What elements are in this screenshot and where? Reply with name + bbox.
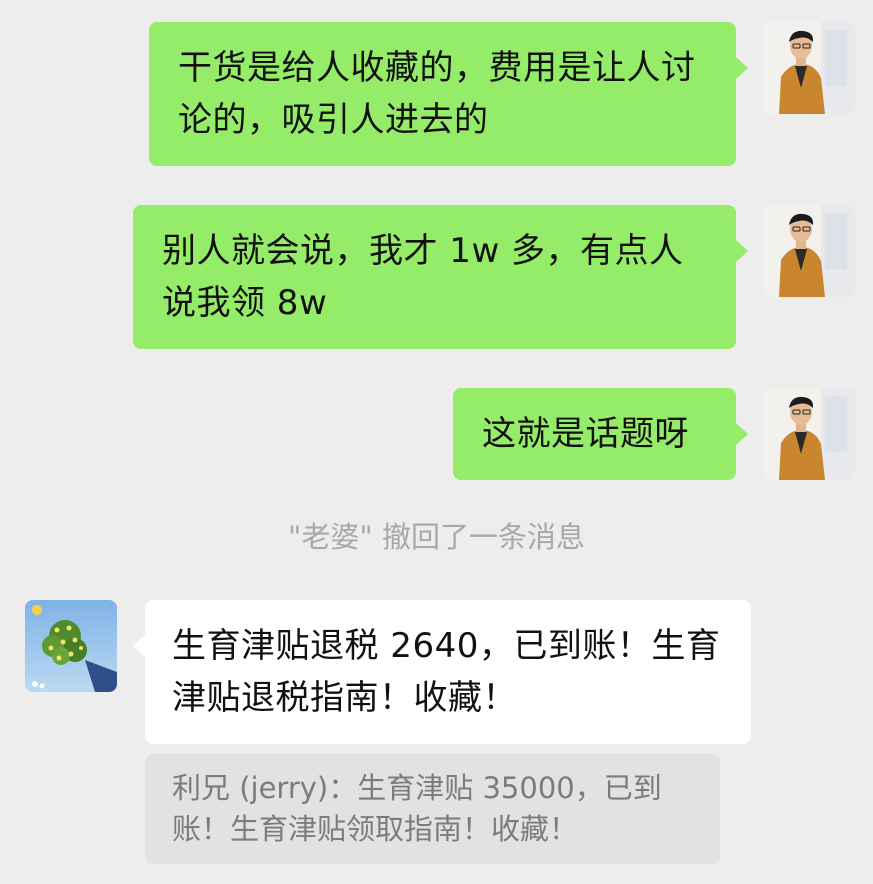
- message-text: 干货是给人收藏的，费用是让人讨论的，吸引人进去的: [178, 48, 696, 140]
- quoted-message[interactable]: 利兄 (jerry)：生育津贴 35000，已到账！生育津贴领取指南！收藏！: [145, 754, 720, 864]
- avatar-man-orange-coat-icon: [763, 22, 855, 114]
- message-text: 这就是话题呀: [482, 414, 689, 454]
- outgoing-message-bubble[interactable]: 干货是给人收藏的，费用是让人讨论的，吸引人进去的: [149, 22, 736, 166]
- self-avatar[interactable]: [763, 205, 855, 297]
- self-avatar[interactable]: [763, 388, 855, 480]
- self-avatar[interactable]: [763, 22, 855, 114]
- avatar-flower-bouquet-icon: [25, 600, 117, 692]
- message-text: 别人就会说，我才 1w 多，有点人说我领 8w: [162, 231, 684, 323]
- message-text: 生育津贴退税 2640，已到账！生育津贴退税指南！收藏！: [172, 626, 721, 718]
- incoming-message-bubble[interactable]: 生育津贴退税 2640，已到账！生育津贴退税指南！收藏！: [145, 600, 751, 744]
- bubble-tail: [736, 57, 748, 79]
- quoted-message-text: 利兄 (jerry)：生育津贴 35000，已到账！生育津贴领取指南！收藏！: [172, 771, 662, 846]
- outgoing-message-bubble[interactable]: 别人就会说，我才 1w 多，有点人说我领 8w: [133, 205, 736, 349]
- bubble-tail: [736, 240, 748, 262]
- avatar-man-orange-coat-icon: [763, 388, 855, 480]
- bubble-tail: [133, 635, 145, 657]
- avatar-man-orange-coat-icon: [763, 205, 855, 297]
- other-avatar[interactable]: [25, 600, 117, 692]
- recall-notice: "老婆" 撤回了一条消息: [288, 520, 585, 554]
- outgoing-message-bubble[interactable]: 这就是话题呀: [453, 388, 736, 480]
- bubble-tail: [736, 423, 748, 445]
